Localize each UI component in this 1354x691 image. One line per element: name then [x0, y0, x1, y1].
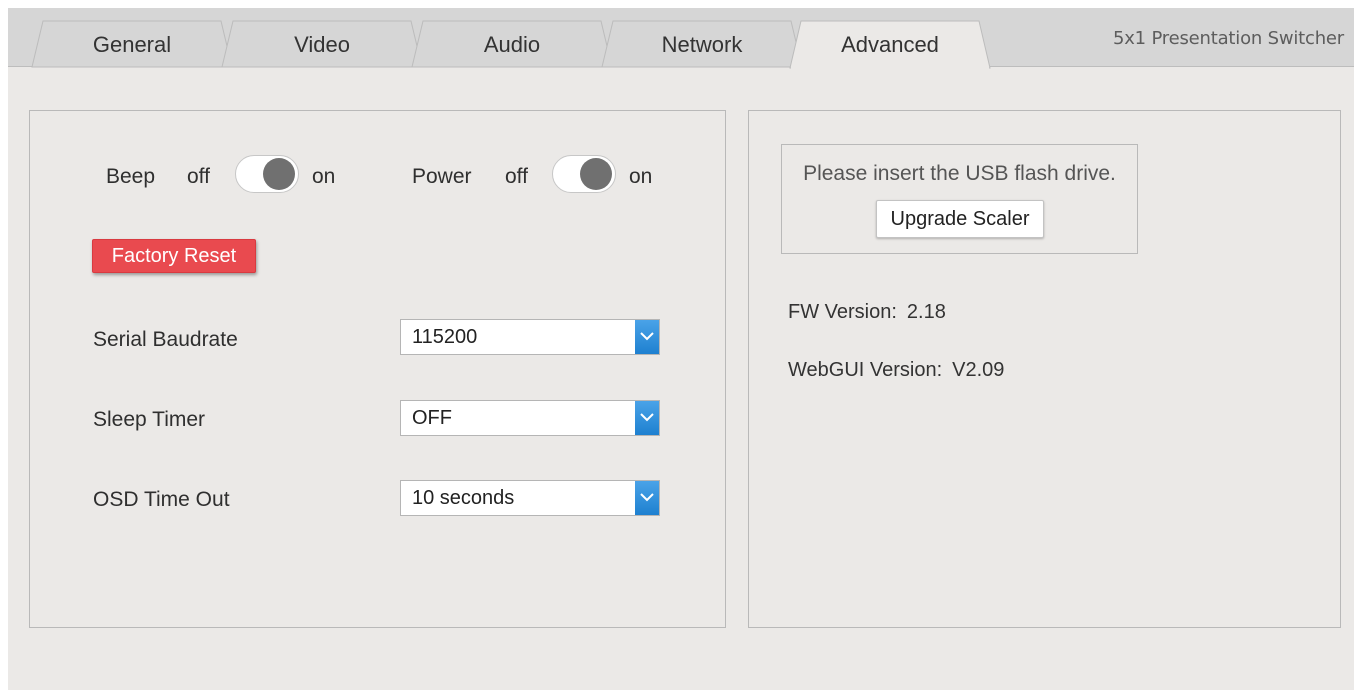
beep-toggle[interactable]: [235, 155, 299, 193]
fw-version-label: FW Version:: [788, 301, 897, 323]
tab-bar: General Video Audio Network Advanced 5x1…: [8, 8, 1354, 69]
sleep-timer-select[interactable]: OFF: [400, 400, 660, 436]
select-value: 10 seconds: [412, 487, 515, 509]
power-toggle[interactable]: [552, 155, 616, 193]
advanced-settings-panel: Beep off on Power off on Factory Reset S…: [29, 110, 726, 628]
power-on-label: on: [629, 165, 653, 188]
chevron-down-icon: [635, 401, 659, 435]
select-value: OFF: [412, 407, 452, 429]
toggle-knob: [580, 158, 612, 190]
tab-shape: [789, 20, 991, 69]
tab-shape: [411, 20, 613, 68]
sleep-timer-label: Sleep Timer: [93, 408, 206, 431]
tab-video[interactable]: Video: [221, 20, 423, 68]
osd-time-out-select[interactable]: 10 seconds: [400, 480, 660, 516]
chevron-down-icon: [635, 320, 659, 354]
power-label: Power: [412, 165, 472, 188]
tab-network[interactable]: Network: [601, 20, 803, 68]
tab-audio[interactable]: Audio: [411, 20, 613, 68]
tab-shape: [221, 20, 423, 68]
factory-reset-button[interactable]: Factory Reset: [92, 239, 256, 273]
webgui-version-label: WebGUI Version:: [788, 359, 943, 381]
chevron-down-icon: [635, 481, 659, 515]
fw-version-value: 2.18: [906, 301, 946, 323]
webgui-version-row: WebGUI Version: V2.09: [788, 359, 1004, 382]
webgui-version-value: V2.09: [952, 359, 1005, 381]
tab-advanced[interactable]: Advanced: [789, 20, 991, 69]
power-off-label: off: [505, 165, 528, 188]
firmware-panel: Please insert the USB flash drive. Upgra…: [748, 110, 1341, 628]
usb-upgrade-box: Please insert the USB flash drive. Upgra…: [781, 144, 1138, 254]
upgrade-scaler-button[interactable]: Upgrade Scaler: [876, 200, 1044, 238]
usb-message: Please insert the USB flash drive.: [803, 162, 1116, 185]
tab-general[interactable]: General: [31, 20, 233, 68]
product-title: 5x1 Presentation Switcher: [1112, 28, 1344, 49]
osd-time-out-label: OSD Time Out: [93, 488, 230, 511]
beep-on-label: on: [312, 165, 336, 188]
beep-off-label: off: [187, 165, 210, 188]
tab-shape: [601, 20, 803, 68]
tab-shape: [31, 20, 233, 68]
fw-version-row: FW Version: 2.18: [788, 301, 946, 324]
serial-baudrate-select[interactable]: 115200: [400, 319, 660, 355]
serial-baudrate-label: Serial Baudrate: [93, 328, 238, 351]
select-value: 115200: [412, 326, 478, 348]
settings-app: General Video Audio Network Advanced 5x1…: [8, 8, 1354, 690]
toggle-knob: [263, 158, 295, 190]
beep-label: Beep: [106, 165, 156, 188]
